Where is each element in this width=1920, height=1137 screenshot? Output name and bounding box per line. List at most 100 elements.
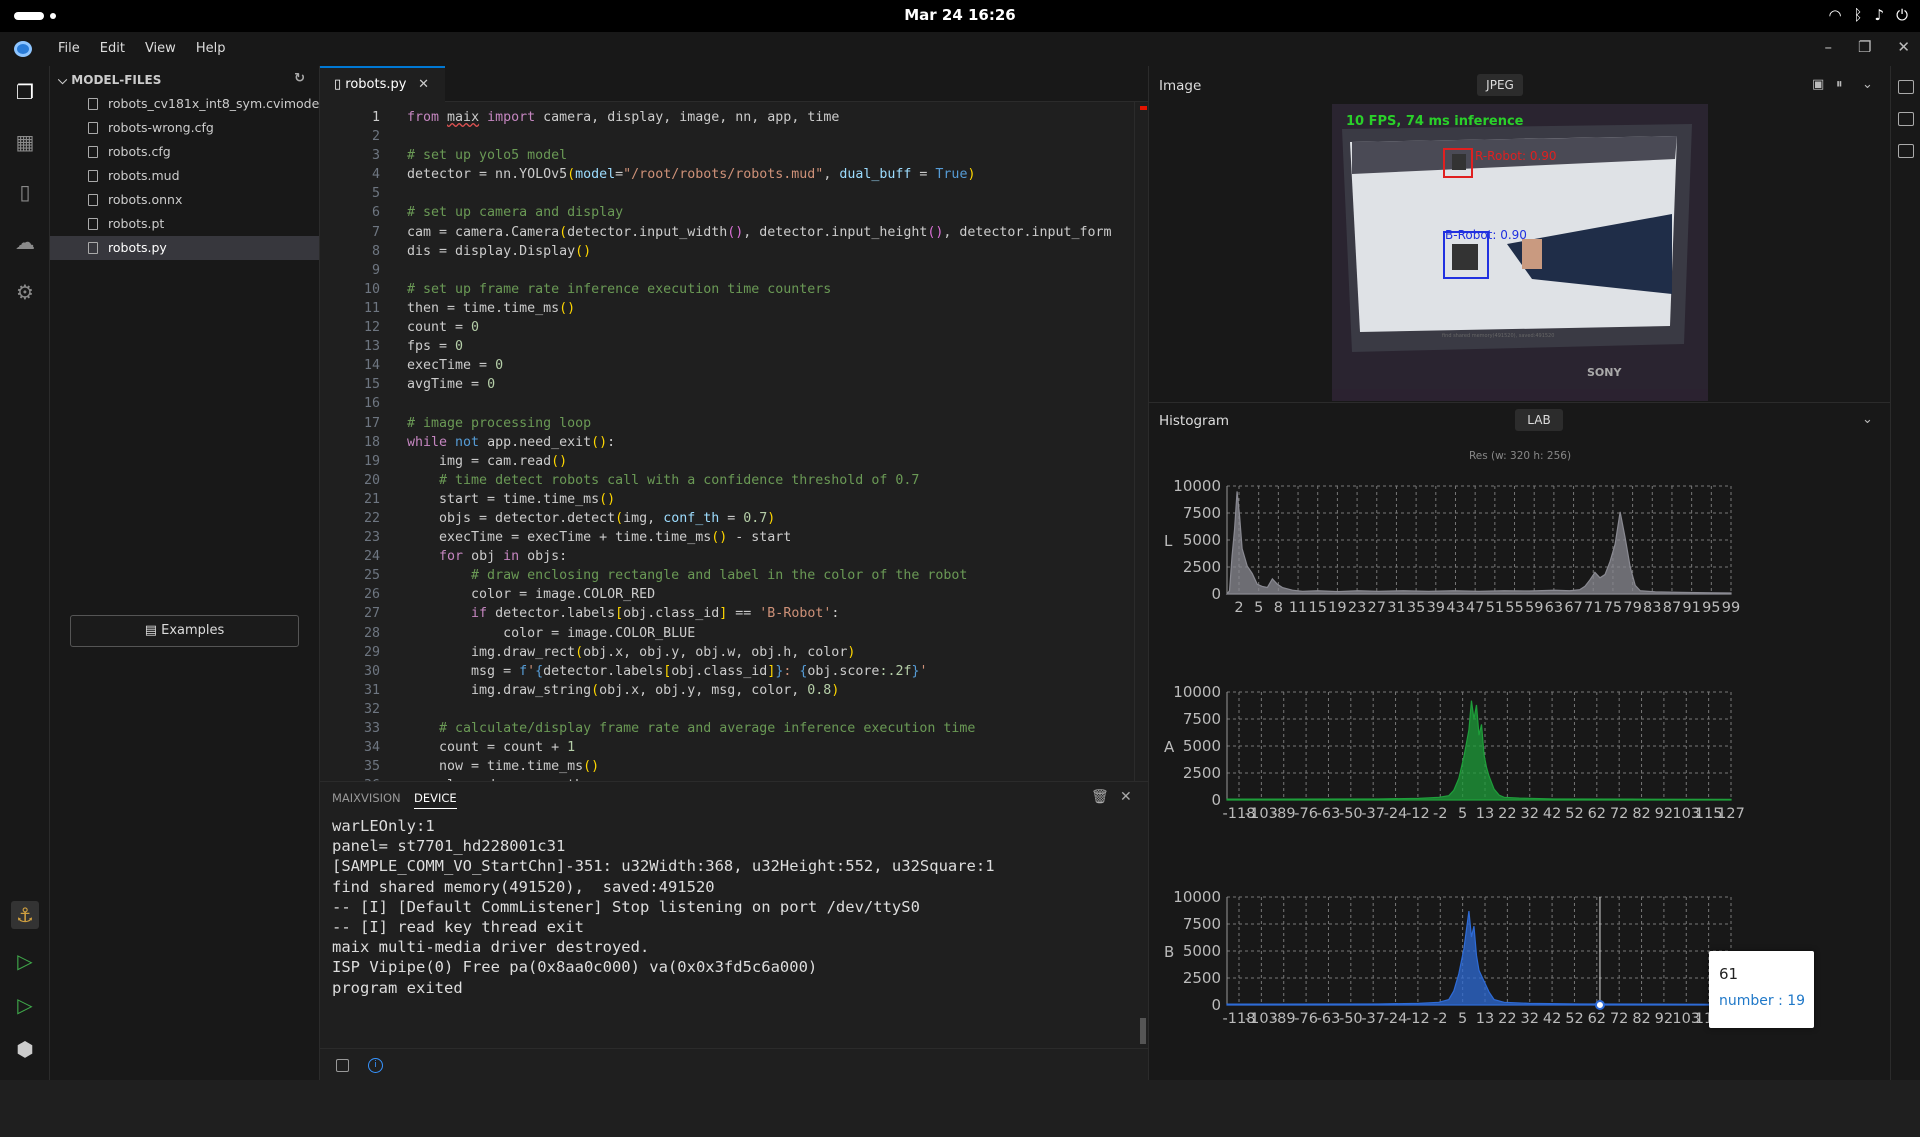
line-number: 34 bbox=[320, 738, 380, 757]
menu-file[interactable]: File bbox=[58, 41, 80, 56]
blue-robot-label: B-Robot: 0.90 bbox=[1445, 228, 1527, 242]
editor-tabs: ▯ robots.py ✕ bbox=[320, 66, 1148, 102]
device-connected-icon[interactable]: ⚓ bbox=[11, 901, 39, 929]
menu-edit[interactable]: Edit bbox=[100, 41, 125, 56]
file-icon bbox=[88, 170, 98, 182]
book-icon: ▤ bbox=[145, 623, 161, 638]
book-icon[interactable]: ▯ bbox=[11, 178, 39, 206]
tooltip-count: number : 19 bbox=[1719, 993, 1805, 1009]
x-tick-label: 63 bbox=[1545, 600, 1563, 616]
collapse-chevron-icon[interactable]: ⌵ bbox=[58, 73, 67, 87]
power-icon[interactable]: ⏻ bbox=[1896, 6, 1908, 24]
tab-maixvision[interactable]: MAIXVISION bbox=[332, 791, 401, 805]
file-item[interactable]: robots.pt bbox=[50, 212, 319, 236]
settings-gear-icon[interactable]: ⚙ bbox=[11, 278, 39, 306]
save-image-icon[interactable]: ▣ bbox=[1812, 77, 1824, 92]
file-icon: ▯ bbox=[334, 77, 341, 92]
x-tick-label: 13 bbox=[1476, 806, 1494, 822]
channel-label: B bbox=[1164, 943, 1174, 961]
trash-icon[interactable]: 🗑 bbox=[1091, 789, 1109, 805]
x-tick-label: 83 bbox=[1643, 600, 1661, 616]
line-number: 26 bbox=[320, 585, 380, 604]
terminal-line: program exited bbox=[332, 978, 995, 998]
x-tick-label: -89 bbox=[1272, 806, 1296, 822]
tab-device[interactable]: DEVICE bbox=[414, 791, 457, 809]
minimize-icon[interactable]: – bbox=[1824, 38, 1832, 56]
right-tool-strip bbox=[1890, 66, 1920, 1080]
x-tick-label: 75 bbox=[1604, 600, 1622, 616]
explorer-header[interactable]: ⌵ MODEL-FILES ↻ bbox=[50, 66, 319, 92]
file-item[interactable]: robots-wrong.cfg bbox=[50, 116, 319, 140]
restore-icon[interactable]: ❐ bbox=[1858, 38, 1871, 56]
pause-icon[interactable]: ⏸ bbox=[1836, 77, 1843, 92]
system-tray[interactable]: ◠ ᛒ ♪ ⏻ bbox=[1828, 6, 1908, 24]
y-tick-label: 10000 bbox=[1173, 683, 1221, 701]
line-number: 6 bbox=[320, 203, 380, 222]
bluetooth-icon[interactable]: ᛒ bbox=[1854, 6, 1863, 24]
file-icon bbox=[88, 122, 98, 134]
menu-view[interactable]: View bbox=[145, 41, 176, 56]
file-item[interactable]: robots.mud bbox=[50, 164, 319, 188]
file-explorer: ⌵ MODEL-FILES ↻ robots_cv181x_int8_sym.c… bbox=[50, 66, 320, 1080]
refresh-icon[interactable]: ↻ bbox=[294, 71, 305, 86]
extensions-grid-icon[interactable]: ▦ bbox=[11, 128, 39, 156]
volume-icon[interactable]: ♪ bbox=[1875, 6, 1885, 24]
code-area[interactable]: 1234567891011121314151617181920212223242… bbox=[320, 102, 1148, 781]
error-marker bbox=[1140, 106, 1147, 110]
chevron-down-icon[interactable]: ⌄ bbox=[1862, 77, 1873, 92]
close-tab-icon[interactable]: ✕ bbox=[418, 77, 429, 92]
file-item[interactable]: robots.cfg bbox=[50, 140, 319, 164]
file-name: robots-wrong.cfg bbox=[108, 120, 214, 135]
file-item-selected[interactable]: robots.py bbox=[50, 236, 319, 260]
code-lines[interactable]: from maix import camera, display, image,… bbox=[407, 108, 1112, 781]
file-item[interactable]: robots_cv181x_int8_sym.cvimodel bbox=[50, 92, 319, 116]
menu-help[interactable]: Help bbox=[196, 41, 226, 56]
system-top-bar: Mar 24 16:26 ◠ ᛒ ♪ ⏻ bbox=[0, 0, 1920, 32]
red-robot-label: R-Robot: 0.90 bbox=[1475, 149, 1557, 163]
panel-layout-icon[interactable] bbox=[336, 1059, 349, 1072]
line-numbers: 1234567891011121314151617181920212223242… bbox=[320, 108, 380, 781]
x-tick-label: 22 bbox=[1498, 806, 1516, 822]
terminal-scrollbar[interactable] bbox=[1140, 1018, 1146, 1044]
line-number: 10 bbox=[320, 280, 380, 299]
editor-scrollbar[interactable] bbox=[1134, 102, 1148, 781]
terminal-line: panel= st7701_hd228001c31 bbox=[332, 836, 995, 856]
terminal-line: -- [I] read key thread exit bbox=[332, 917, 995, 937]
wifi-icon[interactable]: ◠ bbox=[1828, 6, 1841, 24]
colorspace-selector[interactable]: LAB bbox=[1515, 409, 1563, 431]
export-icon[interactable] bbox=[1898, 144, 1914, 158]
image-format-selector[interactable]: JPEG bbox=[1477, 74, 1523, 96]
x-tick-label: 52 bbox=[1565, 806, 1583, 822]
tab-label: robots.py bbox=[345, 77, 406, 92]
terminal-output[interactable]: warLEOnly:1panel= st7701_hd228001c31[SAM… bbox=[332, 816, 995, 998]
fps-overlay-text: 10 FPS, 74 ms inference bbox=[1346, 114, 1524, 129]
chevron-down-icon[interactable]: ⌄ bbox=[1862, 412, 1873, 427]
histogram-tooltip: 61 number : 19 bbox=[1709, 951, 1814, 1028]
cloud-icon[interactable]: ☁ bbox=[11, 228, 39, 256]
tab-robots-py[interactable]: ▯ robots.py ✕ bbox=[320, 66, 445, 102]
close-window-icon[interactable]: ✕ bbox=[1897, 38, 1910, 56]
screen-bottom-text: find shared memory(491520), saved:491520 bbox=[1442, 333, 1554, 339]
info-icon[interactable]: i bbox=[368, 1058, 383, 1073]
x-tick-label: -63 bbox=[1317, 1011, 1341, 1027]
line-number: 5 bbox=[320, 184, 380, 203]
run-project-icon[interactable]: ▷ bbox=[11, 991, 39, 1019]
y-tick-label: 5000 bbox=[1183, 531, 1221, 549]
file-icon bbox=[88, 146, 98, 158]
x-tick-label: 19 bbox=[1328, 600, 1346, 616]
examples-button[interactable]: ▤ Examples bbox=[70, 615, 299, 647]
x-tick-label: 22 bbox=[1498, 1011, 1516, 1027]
run-icon[interactable]: ▷ bbox=[11, 947, 39, 975]
camera-icon[interactable] bbox=[1898, 80, 1914, 94]
file-item[interactable]: robots.onnx bbox=[50, 188, 319, 212]
x-tick-label: 5 bbox=[1458, 1011, 1467, 1027]
line-number: 35 bbox=[320, 757, 380, 776]
files-icon[interactable]: ❐ bbox=[11, 78, 39, 106]
system-clock[interactable]: Mar 24 16:26 bbox=[0, 6, 1920, 24]
x-tick-label: -12 bbox=[1406, 1011, 1430, 1027]
x-tick-label: 31 bbox=[1387, 600, 1405, 616]
close-panel-icon[interactable]: ✕ bbox=[1120, 789, 1132, 805]
import-icon[interactable] bbox=[1898, 112, 1914, 126]
x-tick-label: 55 bbox=[1505, 600, 1523, 616]
package-icon[interactable]: ⬢ bbox=[11, 1035, 39, 1063]
